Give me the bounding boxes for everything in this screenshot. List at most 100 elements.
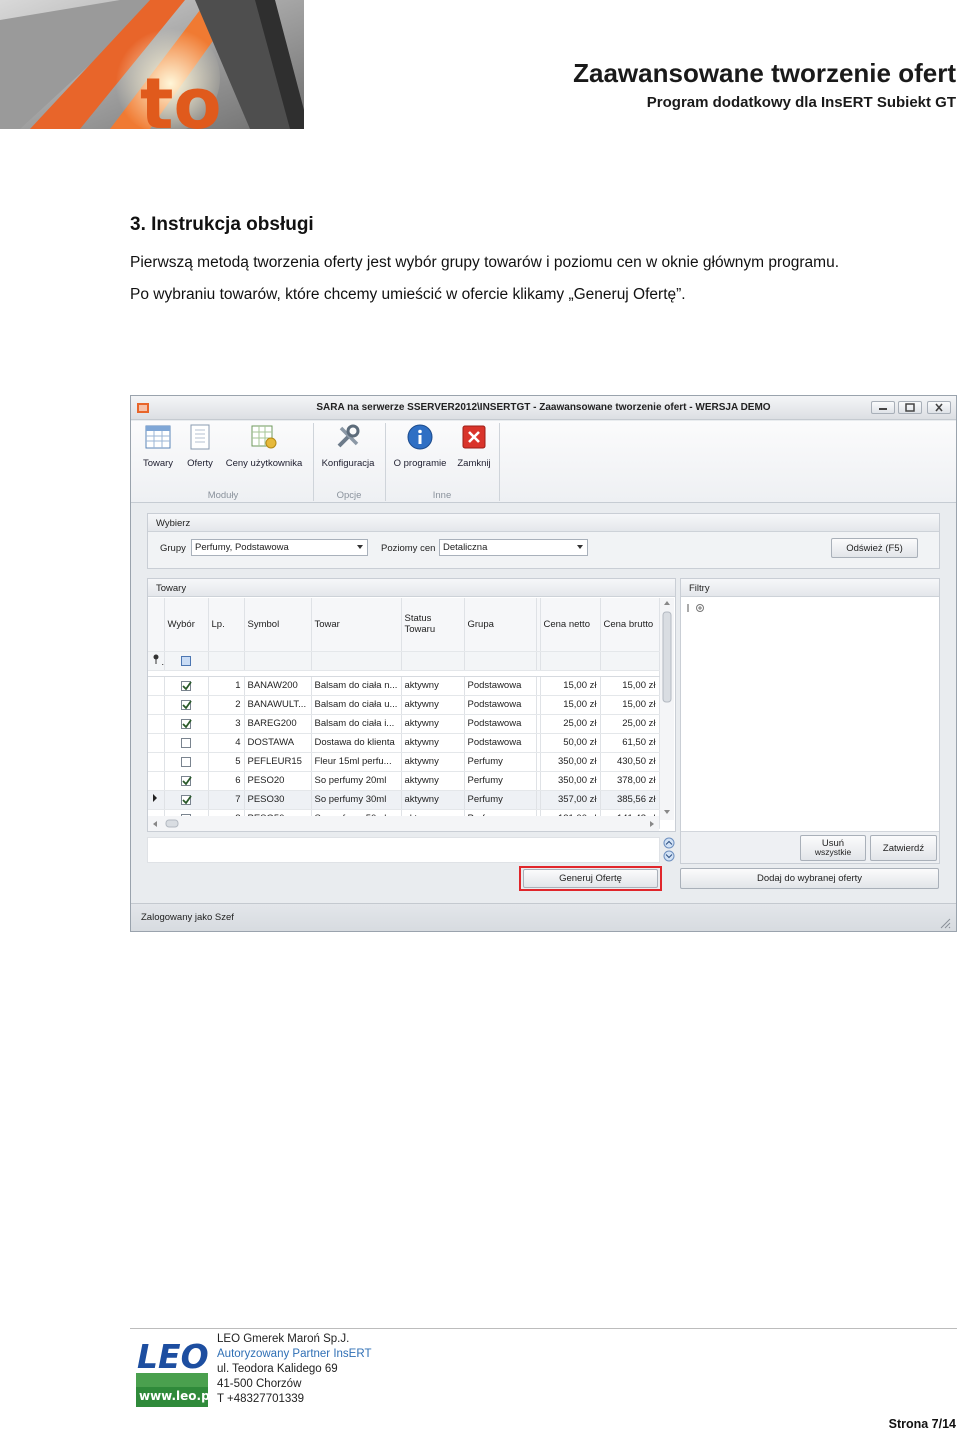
ribbon-button-label: Towary [142,458,174,469]
table-row[interactable]: 2 BANAWULT... Balsam do ciała u... aktywny P… [148,695,660,715]
add-filter-icon[interactable] [686,603,708,616]
vertical-scrollbar[interactable] [660,598,674,820]
status-text: Zalogowany jako Szef [141,912,234,923]
cell-status: aktywny [404,699,439,710]
filter-row [148,651,660,671]
column-header[interactable]: Lp. [208,598,245,652]
table-row[interactable]: 3 BAREG200 Balsam do ciała i... aktywny Pods… [148,714,660,734]
cell-grupa: Perfumy [467,775,503,786]
row-checkbox[interactable] [181,794,192,805]
close-window-button[interactable] [927,401,951,414]
cell-netto: 350,00 zł [557,775,597,786]
ribbon-button-o-programie[interactable]: O programie [391,424,449,469]
footer-company: LEO Gmerek Maroń Sp.J. [217,1333,350,1345]
chevron-down-icon [357,545,363,549]
app-window-screenshot: SARA na serwerze SSERVER2012\INSERTGT - … [130,395,957,932]
select-panel: Wybierz Grupy Perfumy, Podstawowa Poziom… [147,513,940,569]
cell-lp: 5 [235,756,241,767]
groups-combobox[interactable]: Perfumy, Podstawowa [191,539,368,556]
cell-lp: 2 [235,699,241,710]
cell-brutto: 15,00 zł [622,680,656,691]
cell-towar: Dostawa do klienta [314,737,395,748]
window-title: SARA na serwerze SSERVER2012\INSERTGT - … [316,402,771,413]
row-checkbox[interactable] [181,680,192,691]
price-level-combobox[interactable]: Detaliczna [439,539,588,556]
checkmark-icon [182,699,192,709]
row-checkbox[interactable] [181,718,192,729]
column-header[interactable]: Cena netto [540,598,601,652]
scroll-arrows[interactable] [662,837,676,863]
cell-netto: 15,00 zł [563,699,597,710]
column-header[interactable]: Wybór [164,598,209,652]
table-row[interactable]: 4 DOSTAWA Dostawa do klienta aktywny Podstaw… [148,733,660,753]
resize-grip-icon[interactable] [939,917,951,929]
ribbon-button-oferty[interactable]: Oferty [181,424,219,469]
window-titlebar: SARA na serwerze SSERVER2012\INSERTGT - … [131,396,956,420]
table-row[interactable]: 7 PESO30 So perfumy 30ml aktywny Perfumy 357,… [148,790,660,810]
cell-lp: 3 [235,718,241,729]
remove-all-filters-button[interactable]: Usuń wszystkie [800,835,866,861]
ribbon-button-label: Oferty [187,458,213,469]
footer-phone: T +48327701339 [217,1393,305,1405]
maximize-button[interactable] [898,401,922,414]
header-logo-image: to [0,0,304,129]
leo-logo: LEO www.leo.pl [136,1335,214,1407]
close-icon [461,424,487,450]
row-checkbox[interactable] [181,737,191,748]
products-panel: Towary Wybór Lp. Symbol Towar Status Tow… [147,578,676,832]
cell-grupa: Podstawowa [467,718,522,729]
panel-title: Filtry [681,579,939,597]
cell-lp: 4 [235,737,241,748]
ribbon-button-zamknij[interactable]: Zamknij [453,424,495,469]
ribbon-button-label: Ceny użytkownika [225,458,303,469]
ribbon-button-ceny[interactable]: Ceny użytkownika [223,424,305,469]
products-table: Wybór Lp. Symbol Towar Status Towaru Gru… [148,598,660,829]
filters-panel: Filtry Usuń wszystkie Zatwierdź [680,578,940,864]
row-checkbox[interactable] [181,699,192,710]
ribbon-group-label: Moduły [207,490,239,501]
document-subtitle: Program dodatkowy dla InsERT Subiekt GT [646,94,956,111]
info-icon [407,424,433,450]
cell-grupa: Podstawowa [467,737,522,748]
checkmark-icon [182,775,192,785]
horizontal-scrollbar[interactable] [148,816,659,831]
cell-grupa: Podstawowa [467,680,522,691]
ribbon-button-label: Konfiguracja [321,458,375,469]
document-title: Zaawansowane tworzenie ofert [573,58,956,88]
cell-symbol: DOSTAWA [247,737,295,748]
cell-brutto: 61,50 zł [622,737,656,748]
page-number: Strona 7/14 [888,1417,956,1431]
row-checkbox[interactable] [181,775,192,786]
svg-text:LEO: LEO [137,1337,208,1376]
column-header[interactable]: Towar [311,598,402,652]
table-row[interactable]: 1 BANAW200 Balsam do ciała n... aktywny Pods… [148,676,660,696]
cell-symbol: BAREG200 [247,718,297,729]
table-row[interactable]: 6 PESO20 So perfumy 20ml aktywny Perfumy 350,… [148,771,660,791]
cell-symbol: PESO30 [247,794,285,805]
cell-netto: 350,00 zł [557,756,597,767]
ribbon-button-label: O programie [393,458,447,469]
cell-towar: So perfumy 30ml [314,794,387,805]
confirm-filters-button[interactable]: Zatwierdź [870,835,937,861]
cell-netto: 50,00 zł [563,737,597,748]
ribbon-toolbar: Towary Oferty Ceny użytkownika Konfigura… [131,421,956,503]
table-row[interactable]: 5 PEFLEUR15 Fleur 15ml perfu... aktywny Perf… [148,752,660,772]
refresh-button[interactable]: Odśwież (F5) [831,538,918,558]
svg-text:to: to [140,63,222,129]
footer-partner: Autoryzowany Partner InsERT [217,1348,372,1360]
add-to-offer-button[interactable]: Dodaj do wybranej oferty [680,868,939,889]
ribbon-button-towary[interactable]: Towary [137,424,179,469]
ribbon-group-label: Opcje [336,490,362,501]
column-header[interactable]: Status Towaru [401,598,465,652]
column-header[interactable]: Grupa [464,598,537,652]
details-area [147,837,660,863]
row-checkbox[interactable] [181,756,191,767]
cell-status: aktywny [404,737,439,748]
column-header[interactable]: Symbol [244,598,312,652]
column-header[interactable]: Cena brutto [600,598,660,652]
cell-lp: 7 [235,794,241,805]
select-all-checkbox[interactable] [181,655,191,666]
generate-offer-button[interactable]: Generuj Ofertę [523,869,658,888]
minimize-button[interactable] [871,401,895,414]
ribbon-button-konfiguracja[interactable]: Konfiguracja [317,424,379,469]
